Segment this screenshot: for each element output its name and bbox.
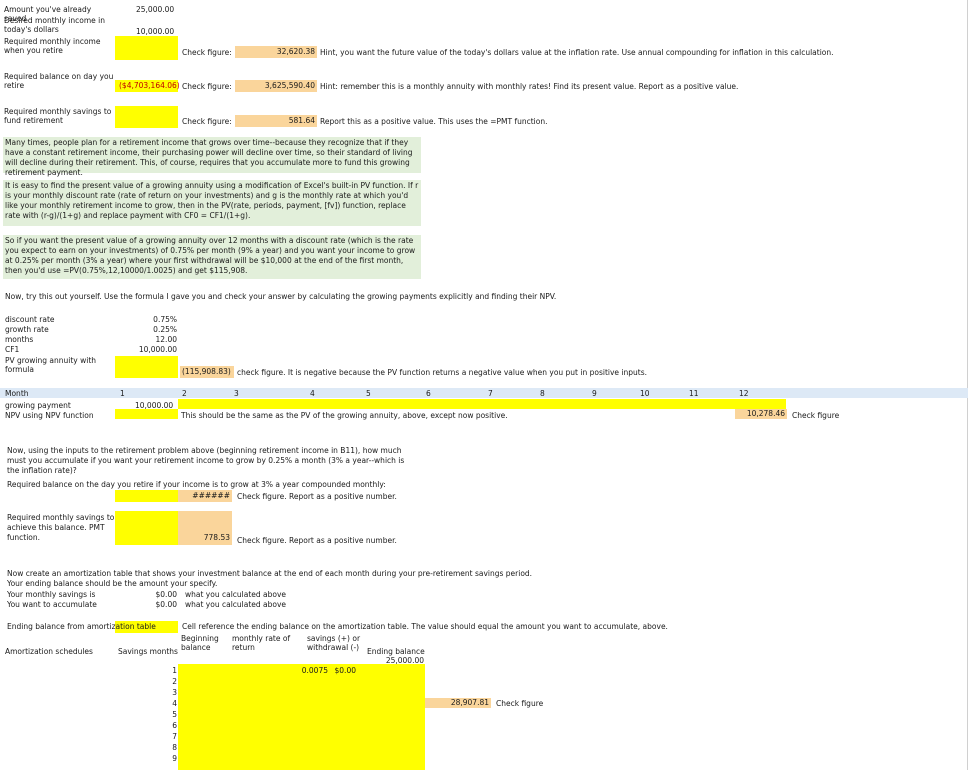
npv-input[interactable] xyxy=(115,409,178,419)
note-paragraph-4: Now, try this out yourself. Use the form… xyxy=(5,292,557,301)
amort-row-9: 9 xyxy=(172,754,177,763)
amort-row-5: 5 xyxy=(172,710,177,719)
payment-inputs[interactable] xyxy=(178,399,786,409)
amort-row-2: 2 xyxy=(172,677,177,686)
month-5: 5 xyxy=(366,389,371,398)
month-label: Month xyxy=(5,389,29,398)
month-11: 11 xyxy=(689,389,699,398)
pv-note: check figure. It is negative because the… xyxy=(237,368,647,377)
pv-label: PV growing annuity with formula xyxy=(5,356,97,374)
npv-check: 10,278.46 xyxy=(735,409,787,419)
month-8: 8 xyxy=(540,389,545,398)
amort-accumulate-note: what you calculated above xyxy=(185,600,287,609)
amort-ending-label: Ending balance from amortization table xyxy=(7,622,156,631)
growth-balance-input[interactable] xyxy=(115,490,178,502)
amort-intro: Now create an amortization table that sh… xyxy=(7,569,533,578)
required-savings-check: 581.64 xyxy=(235,115,317,127)
note-paragraph-2: It is easy to find the present value of … xyxy=(3,180,421,226)
amort-check: 28,907.81 xyxy=(425,698,491,708)
check-figure-label-1: Check figure: xyxy=(182,48,232,57)
month-4: 4 xyxy=(310,389,315,398)
amort-savings-label: Your monthly savings is xyxy=(7,590,96,599)
amort-row-7: 7 xyxy=(172,732,177,741)
amort-schedules-label: Amortization schedules xyxy=(5,647,93,656)
growth-value[interactable]: 0.25% xyxy=(120,325,177,334)
col-monthly-rate: monthly rate of return xyxy=(232,634,291,652)
payment-label: growing payment xyxy=(5,401,71,410)
note-paragraph-1: Many times, people plan for a retirement… xyxy=(3,137,421,177)
month-2: 2 xyxy=(182,389,187,398)
growth-balance-check: ###### xyxy=(178,490,232,502)
saved-value[interactable]: 25,000.00 xyxy=(136,5,174,14)
desired-label: Desired monthly income in today's dollar… xyxy=(4,16,105,34)
months-label: months xyxy=(5,335,34,344)
amort-accumulate-label: You want to accumulate xyxy=(7,600,97,609)
amort-row-6: 6 xyxy=(172,721,177,730)
amort-savings-value[interactable]: $0.00 xyxy=(120,590,177,599)
month-1: 1 xyxy=(120,389,125,398)
col-savings-withdrawal: savings (+) or withdrawal (-) xyxy=(307,634,361,652)
discount-label: discount rate xyxy=(5,315,55,324)
amort-row-3: 3 xyxy=(172,688,177,697)
pv-value: (115,908.83) xyxy=(180,366,234,378)
required-savings-label: Required monthly savings to fund retirem… xyxy=(4,107,112,125)
amort-ending-note: Cell reference the ending balance on the… xyxy=(182,622,668,631)
spreadsheet: Amount you've already saved 25,000.00 De… xyxy=(0,0,968,770)
growth-savings-input[interactable] xyxy=(115,511,178,545)
months-value[interactable]: 12.00 xyxy=(120,335,177,344)
growth-balance-note: Check figure. Report as a positive numbe… xyxy=(237,492,397,501)
month-7: 7 xyxy=(488,389,493,398)
growth-savings-label: Required monthly savings to achieve this… xyxy=(7,513,115,542)
required-income-check: 32,620.38 xyxy=(235,46,317,58)
amort-savings-note: what you calculated above xyxy=(185,590,287,599)
hint-3: Report this as a positive value. This us… xyxy=(320,117,548,126)
col-ending-balance: Ending balance xyxy=(367,647,425,656)
growth-question: Now, using the inputs to the retirement … xyxy=(7,446,405,475)
note-paragraph-3: So if you want the present value of a gr… xyxy=(3,235,421,279)
cf1-value[interactable]: 10,000.00 xyxy=(120,345,177,354)
savings-cell[interactable]: $0.00 xyxy=(320,666,356,675)
amort-row-1: 1 xyxy=(172,666,177,675)
amort-intro-2: Your ending balance should be the amount… xyxy=(7,579,218,588)
check-figure-label-3: Check figure: xyxy=(182,117,232,126)
discount-value[interactable]: 0.75% xyxy=(120,315,177,324)
col-savings-months: Savings months xyxy=(118,647,178,656)
required-balance-value[interactable]: ($4,703,164.06) xyxy=(115,80,180,92)
cf1-label: CF1 xyxy=(5,345,20,354)
amort-check-label: Check figure xyxy=(496,699,544,708)
amort-table-inputs[interactable] xyxy=(178,664,425,770)
month-3: 3 xyxy=(234,389,239,398)
required-income-input[interactable] xyxy=(115,36,178,60)
month-12: 12 xyxy=(739,389,749,398)
month-6: 6 xyxy=(426,389,431,398)
npv-check-label: Check figure xyxy=(792,411,840,420)
month-9: 9 xyxy=(592,389,597,398)
required-balance-check: 3,625,590.40 xyxy=(235,80,317,92)
hint-2: Hint: remember this is a monthly annuity… xyxy=(320,82,739,91)
desired-value[interactable]: 10,000.00 xyxy=(136,27,174,36)
check-figure-label-2: Check figure: xyxy=(182,82,232,91)
hint-1: Hint, you want the future value of the t… xyxy=(320,48,834,57)
required-balance-label: Required balance on day you retire xyxy=(4,72,114,90)
growth-balance-label: Required balance on the day you retire i… xyxy=(7,480,386,489)
npv-label: NPV using NPV function xyxy=(5,411,94,420)
required-savings-input[interactable] xyxy=(115,106,178,128)
growth-savings-check: 778.53 xyxy=(178,511,232,545)
amort-accumulate-value[interactable]: $0.00 xyxy=(120,600,177,609)
amort-row-4: 4 xyxy=(172,699,177,708)
growth-savings-note: Check figure. Report as a positive numbe… xyxy=(237,536,397,545)
growth-label: growth rate xyxy=(5,325,49,334)
month-10: 10 xyxy=(640,389,650,398)
col-beginning-balance: Beginning balance xyxy=(181,634,219,652)
required-income-label: Required monthly income when you retire xyxy=(4,37,101,55)
pv-input[interactable] xyxy=(115,356,178,378)
npv-note: This should be the same as the PV of the… xyxy=(181,411,508,420)
amort-row-8: 8 xyxy=(172,743,177,752)
month-row-band xyxy=(0,388,968,398)
